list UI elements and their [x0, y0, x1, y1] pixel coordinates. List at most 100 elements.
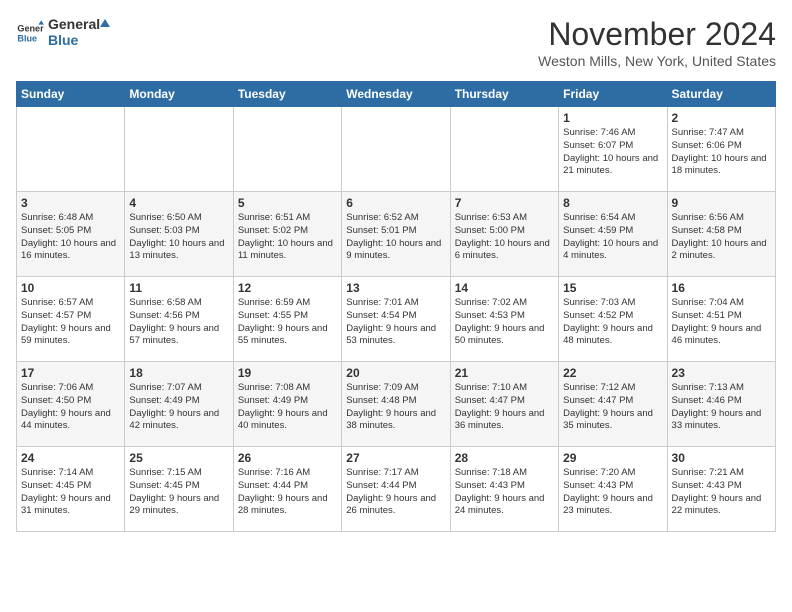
- day-number: 2: [672, 111, 771, 125]
- day-info: Sunrise: 7:18 AM Sunset: 4:43 PM Dayligh…: [455, 467, 554, 518]
- day-number: 18: [129, 366, 228, 380]
- calendar-cell: 1 Sunrise: 7:46 AM Sunset: 6:07 PM Daylig…: [559, 107, 667, 192]
- day-number: 1: [563, 111, 662, 125]
- calendar-cell: 20 Sunrise: 7:09 AM Sunset: 4:48 PM Dayli…: [342, 362, 450, 447]
- day-info: Sunrise: 7:07 AM Sunset: 4:49 PM Dayligh…: [129, 382, 228, 433]
- logo-blue-text: Blue: [48, 32, 78, 48]
- day-number: 29: [563, 451, 662, 465]
- day-number: 11: [129, 281, 228, 295]
- calendar-cell: [450, 107, 558, 192]
- calendar-cell: 26 Sunrise: 7:16 AM Sunset: 4:44 PM Dayli…: [233, 447, 341, 532]
- day-number: 14: [455, 281, 554, 295]
- day-info: Sunrise: 7:16 AM Sunset: 4:44 PM Dayligh…: [238, 467, 337, 518]
- day-number: 22: [563, 366, 662, 380]
- day-info: Sunrise: 7:21 AM Sunset: 4:43 PM Dayligh…: [672, 467, 771, 518]
- day-number: 16: [672, 281, 771, 295]
- day-info: Sunrise: 6:52 AM Sunset: 5:01 PM Dayligh…: [346, 212, 445, 263]
- calendar-cell: [17, 107, 125, 192]
- column-header-wednesday: Wednesday: [342, 82, 450, 107]
- column-header-saturday: Saturday: [667, 82, 775, 107]
- day-info: Sunrise: 6:57 AM Sunset: 4:57 PM Dayligh…: [21, 297, 120, 348]
- logo: General Blue General Blue: [16, 16, 112, 50]
- calendar-cell: 2 Sunrise: 7:47 AM Sunset: 6:06 PM Daylig…: [667, 107, 775, 192]
- calendar-cell: 8Sunrise: 6:54 AM Sunset: 4:59 PM Daylig…: [559, 192, 667, 277]
- day-number: 4: [129, 196, 228, 210]
- day-info: Sunrise: 7:46 AM Sunset: 6:07 PM Dayligh…: [563, 127, 662, 178]
- calendar-cell: 21Sunrise: 7:10 AM Sunset: 4:47 PM Dayli…: [450, 362, 558, 447]
- day-info: Sunrise: 7:08 AM Sunset: 4:49 PM Dayligh…: [238, 382, 337, 433]
- day-number: 24: [21, 451, 120, 465]
- page-title: November 2024: [538, 16, 776, 53]
- day-info: Sunrise: 6:50 AM Sunset: 5:03 PM Dayligh…: [129, 212, 228, 263]
- calendar-cell: 22 Sunrise: 7:12 AM Sunset: 4:47 PM Dayli…: [559, 362, 667, 447]
- svg-text:Blue: Blue: [17, 33, 37, 43]
- calendar-cell: 27 Sunrise: 7:17 AM Sunset: 4:44 PM Dayli…: [342, 447, 450, 532]
- day-number: 28: [455, 451, 554, 465]
- day-info: Sunrise: 6:59 AM Sunset: 4:55 PM Dayligh…: [238, 297, 337, 348]
- day-info: Sunrise: 7:20 AM Sunset: 4:43 PM Dayligh…: [563, 467, 662, 518]
- page-subtitle: Weston Mills, New York, United States: [538, 53, 776, 69]
- svg-text:General: General: [17, 24, 44, 34]
- calendar-cell: 29 Sunrise: 7:20 AM Sunset: 4:43 PM Dayli…: [559, 447, 667, 532]
- calendar-cell: 7 Sunrise: 6:53 AM Sunset: 5:00 PM Daylig…: [450, 192, 558, 277]
- title-block: November 2024 Weston Mills, New York, Un…: [538, 16, 776, 69]
- column-header-thursday: Thursday: [450, 82, 558, 107]
- day-number: 27: [346, 451, 445, 465]
- calendar-cell: [125, 107, 233, 192]
- calendar-cell: 4 Sunrise: 6:50 AM Sunset: 5:03 PM Daylig…: [125, 192, 233, 277]
- day-info: Sunrise: 7:15 AM Sunset: 4:45 PM Dayligh…: [129, 467, 228, 518]
- day-number: 10: [21, 281, 120, 295]
- calendar-week-row: 1 Sunrise: 7:46 AM Sunset: 6:07 PM Daylig…: [17, 107, 776, 192]
- calendar-cell: 28 Sunrise: 7:18 AM Sunset: 4:43 PM Dayli…: [450, 447, 558, 532]
- day-info: Sunrise: 7:09 AM Sunset: 4:48 PM Dayligh…: [346, 382, 445, 433]
- day-info: Sunrise: 6:48 AM Sunset: 5:05 PM Dayligh…: [21, 212, 120, 263]
- day-info: Sunrise: 7:14 AM Sunset: 4:45 PM Dayligh…: [21, 467, 120, 518]
- calendar-cell: 9 Sunrise: 6:56 AM Sunset: 4:58 PM Daylig…: [667, 192, 775, 277]
- page-header: General Blue General Blue November 2024 …: [16, 16, 776, 69]
- day-info: Sunrise: 7:03 AM Sunset: 4:52 PM Dayligh…: [563, 297, 662, 348]
- calendar-cell: 25 Sunrise: 7:15 AM Sunset: 4:45 PM Dayli…: [125, 447, 233, 532]
- logo-general-text: General: [48, 16, 100, 32]
- day-number: 8: [563, 196, 662, 210]
- day-number: 30: [672, 451, 771, 465]
- day-number: 6: [346, 196, 445, 210]
- calendar-week-row: 17Sunrise: 7:06 AM Sunset: 4:50 PM Dayli…: [17, 362, 776, 447]
- day-info: Sunrise: 7:47 AM Sunset: 6:06 PM Dayligh…: [672, 127, 771, 178]
- calendar-cell: 12 Sunrise: 6:59 AM Sunset: 4:55 PM Dayli…: [233, 277, 341, 362]
- calendar-cell: [233, 107, 341, 192]
- calendar-cell: [342, 107, 450, 192]
- day-number: 26: [238, 451, 337, 465]
- day-number: 20: [346, 366, 445, 380]
- logo-icon: General Blue: [16, 19, 44, 47]
- calendar-week-row: 3Sunrise: 6:48 AM Sunset: 5:05 PM Daylig…: [17, 192, 776, 277]
- day-info: Sunrise: 7:04 AM Sunset: 4:51 PM Dayligh…: [672, 297, 771, 348]
- calendar-cell: 15 Sunrise: 7:03 AM Sunset: 4:52 PM Dayli…: [559, 277, 667, 362]
- calendar-cell: 24 Sunrise: 7:14 AM Sunset: 4:45 PM Dayli…: [17, 447, 125, 532]
- day-number: 15: [563, 281, 662, 295]
- day-number: 7: [455, 196, 554, 210]
- day-info: Sunrise: 7:13 AM Sunset: 4:46 PM Dayligh…: [672, 382, 771, 433]
- day-info: Sunrise: 7:17 AM Sunset: 4:44 PM Dayligh…: [346, 467, 445, 518]
- calendar-cell: 6 Sunrise: 6:52 AM Sunset: 5:01 PM Daylig…: [342, 192, 450, 277]
- calendar-cell: 19Sunrise: 7:08 AM Sunset: 4:49 PM Dayli…: [233, 362, 341, 447]
- calendar-table: SundayMondayTuesdayWednesdayThursdayFrid…: [16, 81, 776, 532]
- calendar-cell: 30 Sunrise: 7:21 AM Sunset: 4:43 PM Dayli…: [667, 447, 775, 532]
- calendar-cell: 5Sunrise: 6:51 AM Sunset: 5:02 PM Daylig…: [233, 192, 341, 277]
- day-number: 13: [346, 281, 445, 295]
- day-info: Sunrise: 7:01 AM Sunset: 4:54 PM Dayligh…: [346, 297, 445, 348]
- day-number: 9: [672, 196, 771, 210]
- calendar-cell: 3Sunrise: 6:48 AM Sunset: 5:05 PM Daylig…: [17, 192, 125, 277]
- day-number: 25: [129, 451, 228, 465]
- calendar-cell: 16 Sunrise: 7:04 AM Sunset: 4:51 PM Dayli…: [667, 277, 775, 362]
- day-number: 12: [238, 281, 337, 295]
- column-header-tuesday: Tuesday: [233, 82, 341, 107]
- day-info: Sunrise: 7:12 AM Sunset: 4:47 PM Dayligh…: [563, 382, 662, 433]
- calendar-cell: 13 Sunrise: 7:01 AM Sunset: 4:54 PM Dayli…: [342, 277, 450, 362]
- day-info: Sunrise: 6:56 AM Sunset: 4:58 PM Dayligh…: [672, 212, 771, 263]
- calendar-cell: 18 Sunrise: 7:07 AM Sunset: 4:49 PM Dayli…: [125, 362, 233, 447]
- day-info: Sunrise: 6:53 AM Sunset: 5:00 PM Dayligh…: [455, 212, 554, 263]
- day-info: Sunrise: 7:06 AM Sunset: 4:50 PM Dayligh…: [21, 382, 120, 433]
- day-info: Sunrise: 7:10 AM Sunset: 4:47 PM Dayligh…: [455, 382, 554, 433]
- calendar-cell: 14Sunrise: 7:02 AM Sunset: 4:53 PM Dayli…: [450, 277, 558, 362]
- calendar-cell: 17Sunrise: 7:06 AM Sunset: 4:50 PM Dayli…: [17, 362, 125, 447]
